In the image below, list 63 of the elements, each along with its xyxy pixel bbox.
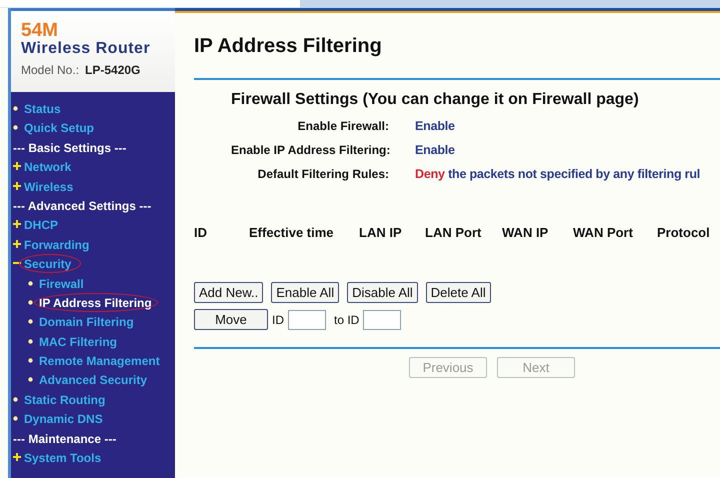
sidebar-item[interactable]: Network xyxy=(24,160,72,176)
plus-icon xyxy=(13,182,21,190)
column-header: LAN Port xyxy=(425,225,482,240)
sidebar-item[interactable]: Wireless xyxy=(24,180,74,195)
setting-label: Default Filtering Rules: xyxy=(256,167,389,181)
setting-value: Enable xyxy=(415,143,455,157)
plus-icon xyxy=(13,220,21,228)
sidebar-item[interactable]: MAC Filtering xyxy=(39,334,117,350)
bullet-icon xyxy=(28,338,33,344)
sidebar-item[interactable]: Forwarding xyxy=(24,238,90,253)
sidebar-item[interactable]: Static Routing xyxy=(24,392,106,408)
plus-icon xyxy=(13,453,21,462)
bullet-icon xyxy=(28,358,33,364)
field-label: to ID xyxy=(334,312,360,326)
column-header: LAN IP xyxy=(359,225,402,240)
id-field[interactable] xyxy=(288,310,326,330)
action-button[interactable]: Delete All xyxy=(426,282,491,303)
sidebar-item[interactable]: Quick Setup xyxy=(24,121,94,136)
sidebar-item[interactable]: Advanced Security xyxy=(39,373,148,388)
minus-icon xyxy=(13,262,21,264)
plus-icon xyxy=(13,162,21,170)
bullet-icon xyxy=(13,416,18,422)
page-title: IP Address Filtering xyxy=(194,35,382,58)
brand-product: Wireless Router xyxy=(21,40,150,58)
move-button[interactable]: Move xyxy=(194,309,268,330)
section-heading: --- Basic Settings --- xyxy=(13,140,126,156)
action-button[interactable]: Enable All xyxy=(271,282,340,303)
sidebar-item[interactable]: IP Address Filtering xyxy=(39,296,152,311)
bullet-icon xyxy=(28,377,33,382)
sidebar-item[interactable]: Remote Management xyxy=(39,354,160,370)
section-heading: Firewall Settings (You can change it on Firewall page) xyxy=(231,91,639,109)
model-label: Model No.: xyxy=(21,63,80,77)
column-header: WAN Port xyxy=(573,225,633,240)
sidebar-item[interactable]: Domain Filtering xyxy=(39,315,134,330)
setting-label: Enable Firewall: xyxy=(296,119,389,133)
setting-value: Enable xyxy=(415,119,455,133)
column-header: WAN IP xyxy=(502,225,548,240)
field-label: ID xyxy=(272,312,284,326)
setting-label: Enable IP Address Filtering: xyxy=(231,143,389,157)
model-number: LP-5420G xyxy=(85,63,140,77)
plus-icon xyxy=(13,240,21,248)
column-header: Protocol xyxy=(657,225,710,240)
brand-speed: 54M xyxy=(21,21,58,40)
bullet-icon xyxy=(13,106,18,111)
sidebar-item[interactable]: Dynamic DNS xyxy=(24,412,103,428)
sidebar-item[interactable]: Security xyxy=(24,257,72,272)
sidebar-item[interactable]: System Tools xyxy=(24,451,102,466)
sidebar-item[interactable]: Status xyxy=(24,102,61,117)
action-button[interactable]: Disable All xyxy=(347,282,418,303)
id-field[interactable] xyxy=(363,310,402,330)
bullet-icon xyxy=(13,125,18,130)
sidebar-item[interactable]: Firewall xyxy=(39,276,84,292)
section-heading: --- Maintenance --- xyxy=(13,432,116,447)
bullet-icon xyxy=(28,300,33,305)
action-button[interactable]: Add New.. xyxy=(194,282,264,303)
sidebar-item[interactable]: DHCP xyxy=(24,218,58,234)
column-header: ID xyxy=(194,225,207,240)
setting-value: Deny the packets not specified by any filtering rul xyxy=(415,167,700,181)
section-heading: --- Advanced Settings --- xyxy=(13,198,152,214)
bullet-icon xyxy=(28,280,33,286)
bullet-icon xyxy=(13,396,18,402)
column-header: Effective time xyxy=(249,225,334,240)
bullet-icon xyxy=(28,319,33,324)
